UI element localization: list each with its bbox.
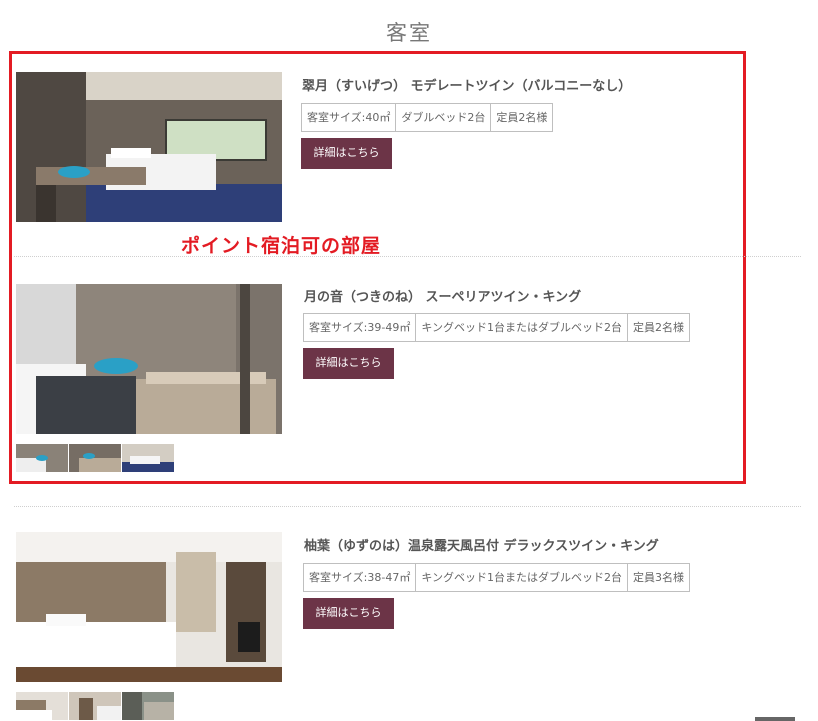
thumbnail[interactable] xyxy=(16,444,68,472)
room-2-photo[interactable] xyxy=(16,284,282,434)
room-1-specs: 客室サイズ:40㎡ ダブルベッド2台 定員2名様 xyxy=(301,103,554,132)
room-1-photo[interactable] xyxy=(16,72,282,222)
point-stay-highlight-label: ポイント宿泊可の部屋 xyxy=(181,235,382,257)
room-2-specs: 客室サイズ:39-49㎡ キングベッド1台またはダブルベッド2台 定員2名様 xyxy=(303,313,691,342)
room-size: 客室サイズ:39-49㎡ xyxy=(309,321,411,334)
room-3-thumbnails xyxy=(16,692,174,720)
bed-type: ダブルベッド2台 xyxy=(395,104,490,131)
room-3-name: 柚葉（ゆずのは）温泉露天風呂付 デラックスツイン・キング xyxy=(304,539,659,554)
capacity: 定員2名様 xyxy=(627,314,689,341)
capacity: 定員3名様 xyxy=(627,564,689,591)
room-1-name: 翠月（すいげつ） モデレートツイン（バルコニーなし） xyxy=(302,79,632,94)
room-3-photo[interactable] xyxy=(16,532,282,682)
thumbnail[interactable] xyxy=(122,444,174,472)
room-2-name: 月の音（つきのね） スーペリアツイン・キング xyxy=(304,290,582,305)
room-3-specs: 客室サイズ:38-47㎡ キングベッド1台またはダブルベッド2台 定員3名様 xyxy=(303,563,691,592)
room-size: 客室サイズ:38-47㎡ xyxy=(309,571,411,584)
thumbnail[interactable] xyxy=(122,692,174,720)
room-2-thumbnails xyxy=(16,444,174,472)
room-size: 客室サイズ:40㎡ xyxy=(307,111,391,124)
bed-type: キングベッド1台またはダブルベッド2台 xyxy=(415,314,627,341)
capacity: 定員2名様 xyxy=(490,104,552,131)
room-1-detail-button[interactable]: 詳細はこちら xyxy=(301,138,392,169)
thumbnail[interactable] xyxy=(16,692,68,720)
scroll-to-top-button[interactable] xyxy=(755,717,795,721)
page-title: 客室 xyxy=(386,21,432,45)
room-divider xyxy=(14,256,801,257)
room-2-detail-button[interactable]: 詳細はこちら xyxy=(303,348,394,379)
thumbnail[interactable] xyxy=(69,692,121,720)
room-3-detail-button[interactable]: 詳細はこちら xyxy=(303,598,394,629)
room-divider xyxy=(14,506,801,507)
bed-type: キングベッド1台またはダブルベッド2台 xyxy=(415,564,627,591)
thumbnail[interactable] xyxy=(69,444,121,472)
